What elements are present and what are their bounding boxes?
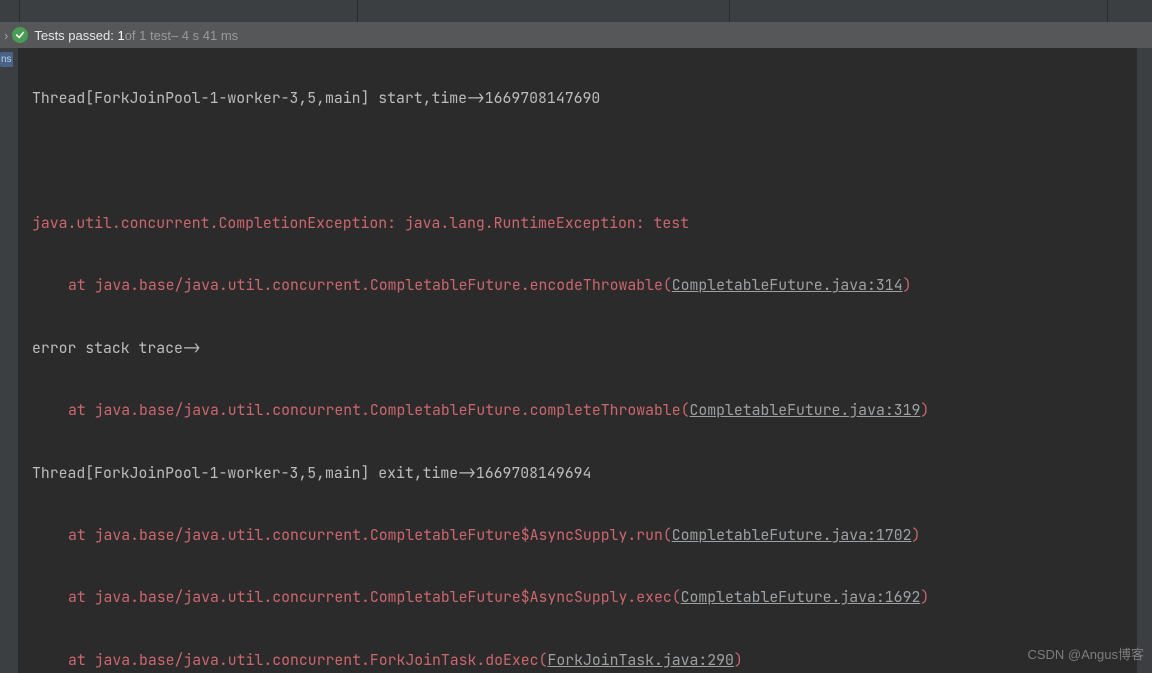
console-line: [32, 146, 1152, 177]
tests-total-label: of 1 test: [125, 28, 171, 43]
vertical-scrollbar[interactable]: [1137, 48, 1152, 673]
exception-text: java.util.concurrent.CompletionException…: [32, 214, 689, 233]
console-line: at java.base/java.util.concurrent.Comple…: [32, 270, 1152, 301]
console-line: at java.base/java.util.concurrent.Comple…: [32, 520, 1152, 551]
console-line: at java.base/java.util.concurrent.Comple…: [32, 582, 1152, 613]
console-output[interactable]: Thread[ForkJoinPool-1-worker-3,5,main] s…: [18, 48, 1152, 673]
source-link[interactable]: ForkJoinTask.java:290: [547, 651, 733, 670]
stdout-text: error stack trace->: [32, 339, 201, 358]
stack-frame: at java.base/java.util.concurrent.Comple…: [68, 276, 663, 295]
top-cell: [730, 0, 1108, 22]
console-line: at java.base/java.util.concurrent.Comple…: [32, 395, 1152, 426]
source-link[interactable]: CompletableFuture.java:314: [672, 276, 903, 295]
left-gutter[interactable]: ns: [0, 48, 18, 673]
main-area: ns Thread[ForkJoinPool-1-worker-3,5,main…: [0, 48, 1152, 673]
test-status-bar: › Tests passed: 1 of 1 test – 4 s 41 ms: [0, 22, 1152, 48]
tests-passed-count: 1: [117, 28, 124, 43]
source-link[interactable]: CompletableFuture.java:319: [690, 401, 921, 420]
top-cell: [358, 0, 730, 22]
console-line: at java.base/java.util.concurrent.ForkJo…: [32, 645, 1152, 673]
tests-passed-icon: [12, 27, 28, 43]
watermark-text: CSDN @Angus博客: [1027, 644, 1144, 663]
stack-frame: at java.base/java.util.concurrent.Comple…: [68, 588, 672, 607]
gutter-tab[interactable]: ns: [0, 52, 13, 67]
stack-frame: at java.base/java.util.concurrent.Comple…: [68, 526, 663, 545]
top-cell: [20, 0, 358, 22]
tests-timing: – 4 s 41 ms: [171, 28, 238, 43]
console-line: Thread[ForkJoinPool-1-worker-3,5,main] e…: [32, 458, 1152, 489]
top-cell: [0, 0, 20, 22]
source-link[interactable]: CompletableFuture.java:1702: [672, 526, 912, 545]
console-line: Thread[ForkJoinPool-1-worker-3,5,main] s…: [32, 83, 1152, 114]
stdout-text: Thread[ForkJoinPool-1-worker-3,5,main] e…: [32, 464, 591, 483]
top-tab-bar: [0, 0, 1152, 22]
stdout-text: Thread[ForkJoinPool-1-worker-3,5,main] s…: [32, 89, 600, 108]
expand-icon[interactable]: ›: [4, 28, 8, 43]
stack-frame: at java.base/java.util.concurrent.Comple…: [68, 401, 681, 420]
console-line: java.util.concurrent.CompletionException…: [32, 208, 1152, 239]
console-line: error stack trace->: [32, 333, 1152, 364]
tests-passed-label: Tests passed:: [34, 28, 114, 43]
stack-frame: at java.base/java.util.concurrent.ForkJo…: [68, 651, 539, 670]
source-link[interactable]: CompletableFuture.java:1692: [681, 588, 921, 607]
